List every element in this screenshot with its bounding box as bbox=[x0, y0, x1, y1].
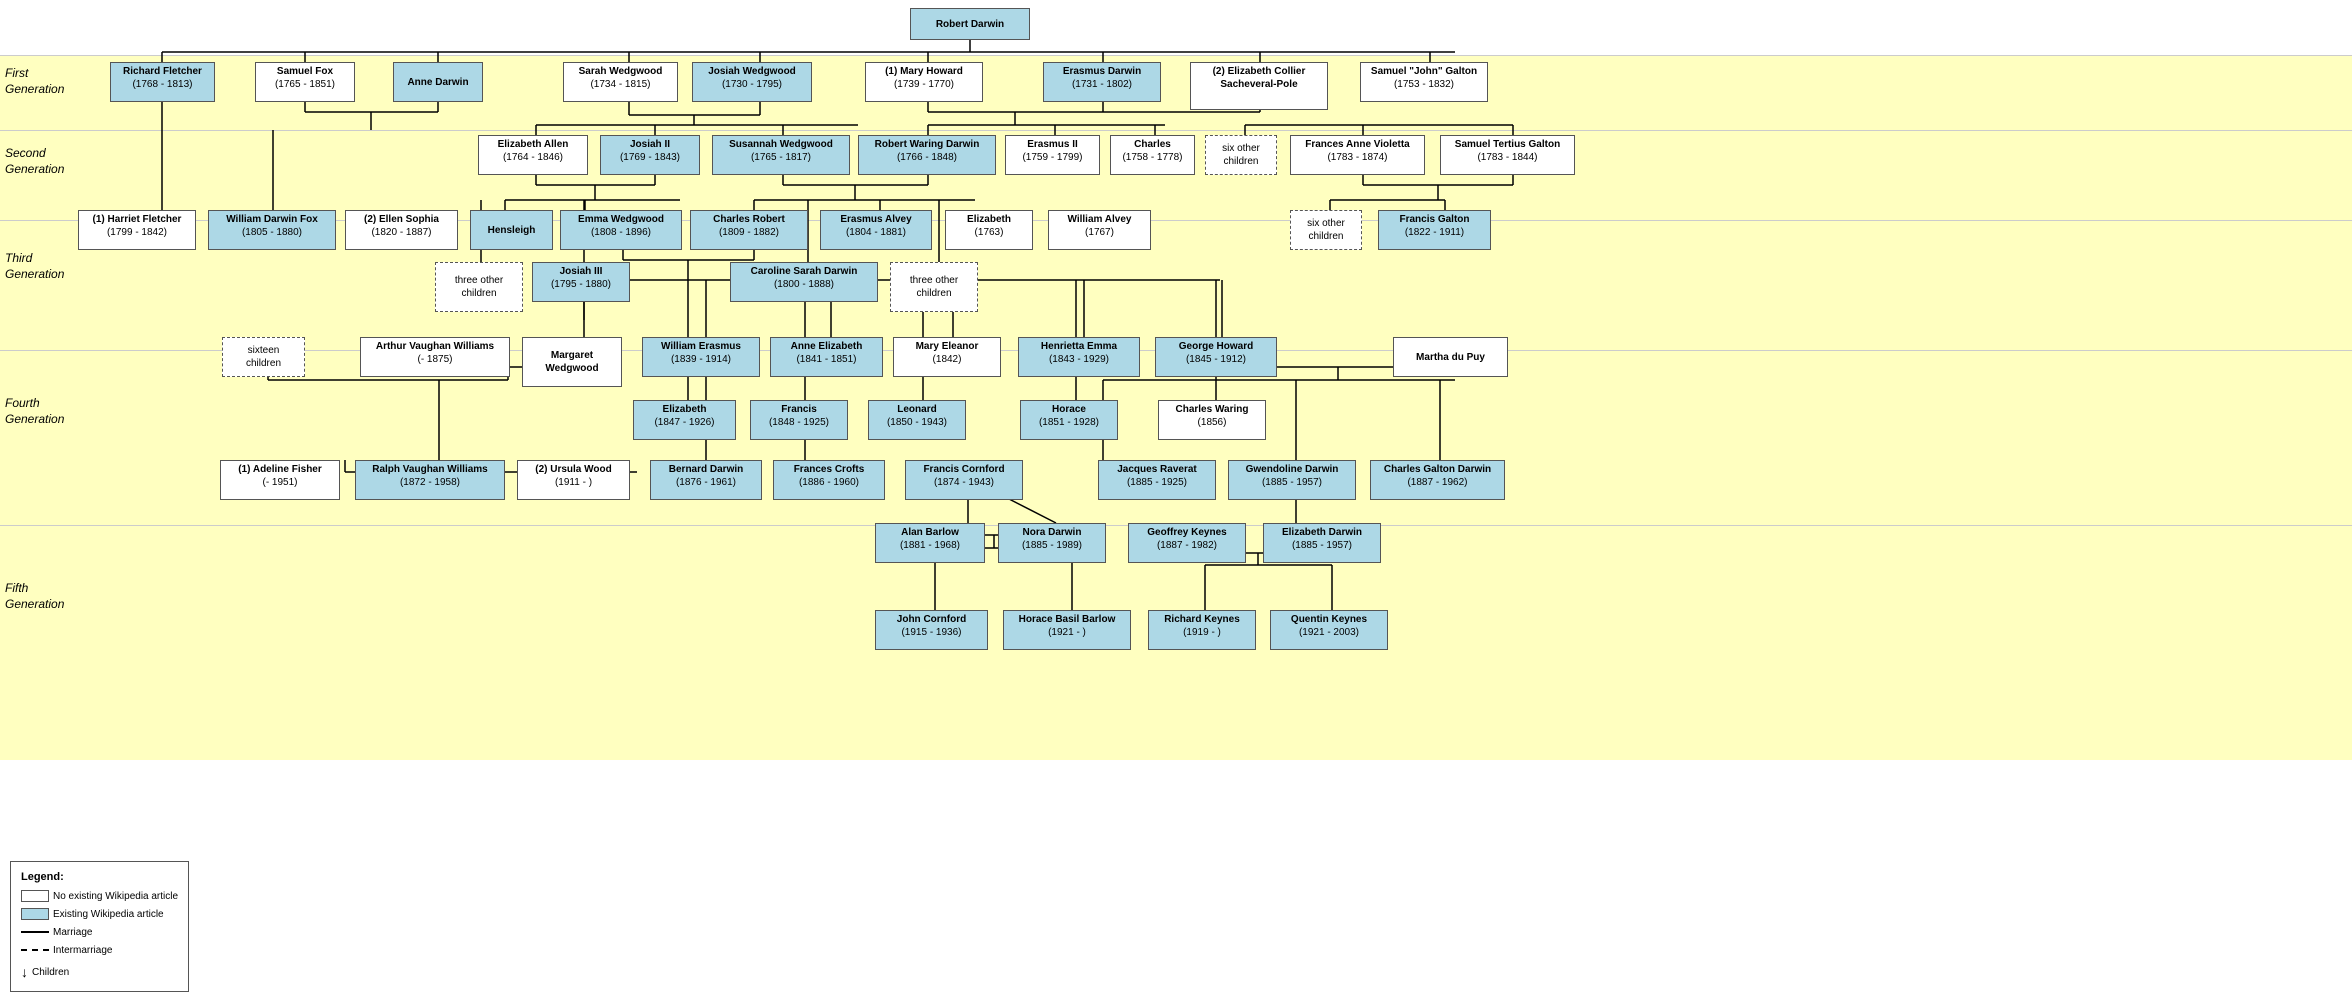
person-francis-galton[interactable]: Francis Galton (1822 - 1911) bbox=[1378, 210, 1491, 250]
person-elizabeth-1763[interactable]: Elizabeth (1763) bbox=[945, 210, 1033, 250]
person-susannah-wedgwood[interactable]: Susannah Wedgwood (1765 - 1817) bbox=[712, 135, 850, 175]
person-adeline-fisher[interactable]: (1) Adeline Fisher (- 1951) bbox=[220, 460, 340, 500]
person-josiah-wedgwood[interactable]: Josiah Wedgwood (1730 - 1795) bbox=[692, 62, 812, 102]
person-martha-du-puy[interactable]: Martha du Puy bbox=[1393, 337, 1508, 377]
legend-wiki: Existing Wikipedia article bbox=[21, 906, 178, 924]
person-george-howard[interactable]: George Howard (1845 - 1912) bbox=[1155, 337, 1277, 377]
gen-label-second: SecondGeneration bbox=[5, 146, 64, 177]
gen-label-first: FirstGeneration bbox=[5, 66, 64, 97]
person-alan-barlow[interactable]: Alan Barlow (1881 - 1968) bbox=[875, 523, 985, 563]
person-henrietta-emma[interactable]: Henrietta Emma (1843 - 1929) bbox=[1018, 337, 1140, 377]
person-charles-waring[interactable]: Charles Waring (1856) bbox=[1158, 400, 1266, 440]
person-leonard[interactable]: Leonard (1850 - 1943) bbox=[868, 400, 966, 440]
person-sixteen-children: sixteenchildren bbox=[222, 337, 305, 377]
person-six-other-children-1: six otherchildren bbox=[1205, 135, 1277, 175]
person-john-cornford[interactable]: John Cornford (1915 - 1936) bbox=[875, 610, 988, 650]
person-horace-basil-barlow[interactable]: Horace Basil Barlow (1921 - ) bbox=[1003, 610, 1131, 650]
person-charles-galton-darwin[interactable]: Charles Galton Darwin (1887 - 1962) bbox=[1370, 460, 1505, 500]
person-frances-anne-violetta[interactable]: Frances Anne Violetta (1783 - 1874) bbox=[1290, 135, 1425, 175]
person-mary-howard[interactable]: (1) Mary Howard (1739 - 1770) bbox=[865, 62, 983, 102]
person-three-other-children-2: three otherchildren bbox=[890, 262, 978, 312]
person-william-erasmus[interactable]: William Erasmus (1839 - 1914) bbox=[642, 337, 760, 377]
gen-label-third: ThirdGeneration bbox=[5, 251, 64, 282]
person-samuel-john-galton[interactable]: Samuel "John" Galton (1753 - 1832) bbox=[1360, 62, 1488, 102]
person-three-other-children-1: three otherchildren bbox=[435, 262, 523, 312]
legend-marriage: Marriage bbox=[21, 924, 178, 942]
legend-no-wiki: No existing Wikipedia article bbox=[21, 888, 178, 906]
person-francis-1848[interactable]: Francis (1848 - 1925) bbox=[750, 400, 848, 440]
person-horace[interactable]: Horace (1851 - 1928) bbox=[1020, 400, 1118, 440]
person-samuel-fox[interactable]: Samuel Fox (1765 - 1851) bbox=[255, 62, 355, 102]
person-robert-darwin[interactable]: Robert Darwin bbox=[910, 8, 1030, 40]
person-william-darwin-fox[interactable]: William Darwin Fox (1805 - 1880) bbox=[208, 210, 336, 250]
legend-children: ↓Children bbox=[21, 960, 178, 985]
person-emma-wedgwood[interactable]: Emma Wedgwood (1808 - 1896) bbox=[560, 210, 682, 250]
person-erasmus-darwin[interactable]: Erasmus Darwin (1731 - 1802) bbox=[1043, 62, 1161, 102]
gen-label-fourth: FourthGeneration bbox=[5, 396, 64, 427]
person-ralph-vaughan-williams[interactable]: Ralph Vaughan Williams (1872 - 1958) bbox=[355, 460, 505, 500]
person-anne-darwin[interactable]: Anne Darwin bbox=[393, 62, 483, 102]
family-tree-page: FirstGeneration SecondGeneration ThirdGe… bbox=[0, 0, 2352, 1002]
person-sarah-wedgwood[interactable]: Sarah Wedgwood (1734 - 1815) bbox=[563, 62, 678, 102]
person-elizabeth-collier[interactable]: (2) Elizabeth CollierSacheveral-Pole bbox=[1190, 62, 1328, 110]
person-margaret-wedgwood[interactable]: MargaretWedgwood bbox=[522, 337, 622, 387]
legend: Legend: No existing Wikipedia article Ex… bbox=[10, 861, 189, 992]
person-elizabeth-1847[interactable]: Elizabeth (1847 - 1926) bbox=[633, 400, 736, 440]
person-elizabeth-darwin[interactable]: Elizabeth Darwin (1885 - 1957) bbox=[1263, 523, 1381, 563]
person-robert-waring-darwin[interactable]: Robert Waring Darwin (1766 - 1848) bbox=[858, 135, 996, 175]
person-richard-keynes[interactable]: Richard Keynes (1919 - ) bbox=[1148, 610, 1256, 650]
person-six-other-children-2: six otherchildren bbox=[1290, 210, 1362, 250]
person-ellen-sophia[interactable]: (2) Ellen Sophia (1820 - 1887) bbox=[345, 210, 458, 250]
person-samuel-tertius-galton[interactable]: Samuel Tertius Galton (1783 - 1844) bbox=[1440, 135, 1575, 175]
person-nora-darwin[interactable]: Nora Darwin (1885 - 1989) bbox=[998, 523, 1106, 563]
person-mary-eleanor[interactable]: Mary Eleanor (1842) bbox=[893, 337, 1001, 377]
person-josiah-ii[interactable]: Josiah II (1769 - 1843) bbox=[600, 135, 700, 175]
person-arthur-vaughan-williams[interactable]: Arthur Vaughan Williams (- 1875) bbox=[360, 337, 510, 377]
person-ursula-wood[interactable]: (2) Ursula Wood (1911 - ) bbox=[517, 460, 630, 500]
legend-title: Legend: bbox=[21, 868, 178, 888]
person-elizabeth-allen[interactable]: Elizabeth Allen (1764 - 1846) bbox=[478, 135, 588, 175]
person-william-alvey[interactable]: William Alvey (1767) bbox=[1048, 210, 1151, 250]
legend-intermarriage: Intermarriage bbox=[21, 942, 178, 960]
person-richard-fletcher[interactable]: Richard Fletcher (1768 - 1813) bbox=[110, 62, 215, 102]
gen-label-fifth: FifthGeneration bbox=[5, 581, 64, 612]
person-erasmus-ii[interactable]: Erasmus II (1759 - 1799) bbox=[1005, 135, 1100, 175]
person-erasmus-alvey[interactable]: Erasmus Alvey (1804 - 1881) bbox=[820, 210, 932, 250]
person-charles-1758[interactable]: Charles (1758 - 1778) bbox=[1110, 135, 1195, 175]
person-caroline-sarah-darwin[interactable]: Caroline Sarah Darwin (1800 - 1888) bbox=[730, 262, 878, 302]
person-charles-robert[interactable]: Charles Robert (1809 - 1882) bbox=[690, 210, 808, 250]
person-josiah-iii[interactable]: Josiah III (1795 - 1880) bbox=[532, 262, 630, 302]
person-frances-crofts[interactable]: Frances Crofts (1886 - 1960) bbox=[773, 460, 885, 500]
person-francis-cornford[interactable]: Francis Cornford (1874 - 1943) bbox=[905, 460, 1023, 500]
person-geoffrey-keynes[interactable]: Geoffrey Keynes (1887 - 1982) bbox=[1128, 523, 1246, 563]
person-bernard-darwin[interactable]: Bernard Darwin (1876 - 1961) bbox=[650, 460, 762, 500]
person-gwendoline-darwin[interactable]: Gwendoline Darwin (1885 - 1957) bbox=[1228, 460, 1356, 500]
person-hensleigh[interactable]: Hensleigh bbox=[470, 210, 553, 250]
person-jacques-raverat[interactable]: Jacques Raverat (1885 - 1925) bbox=[1098, 460, 1216, 500]
person-anne-elizabeth[interactable]: Anne Elizabeth (1841 - 1851) bbox=[770, 337, 883, 377]
person-harriet-fletcher[interactable]: (1) Harriet Fletcher (1799 - 1842) bbox=[78, 210, 196, 250]
person-quentin-keynes[interactable]: Quentin Keynes (1921 - 2003) bbox=[1270, 610, 1388, 650]
